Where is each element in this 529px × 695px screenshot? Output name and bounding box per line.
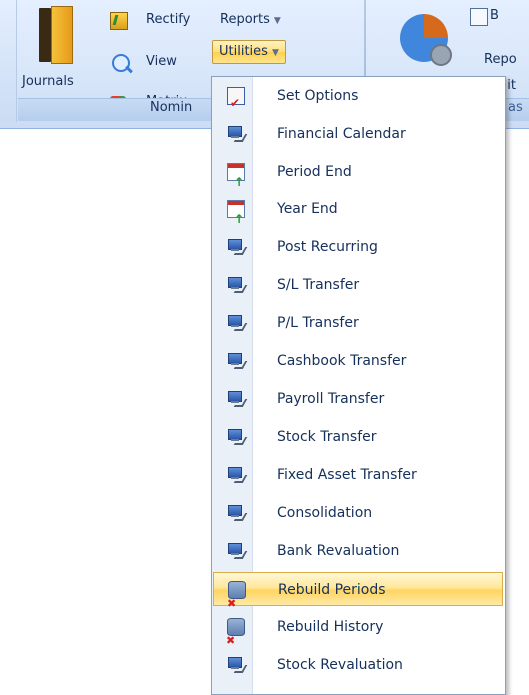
reports-button-label: Reports [220, 12, 270, 27]
utilities-button[interactable]: Utilities ▼ [212, 40, 286, 64]
menu-item-label: Cashbook Transfer [277, 353, 407, 369]
menu-item-s-l-transfer[interactable]: S/L Transfer [213, 268, 503, 302]
menu-item-rebuild-history[interactable]: Rebuild History [213, 610, 503, 658]
view-button[interactable]: View [146, 54, 177, 69]
rectify-icon[interactable] [110, 12, 128, 30]
menu-item-consolidation[interactable]: Consolidation [213, 496, 503, 530]
chevron-down-icon: ▼ [271, 48, 279, 58]
menu-item-financial-calendar[interactable]: Financial Calendar [213, 117, 503, 151]
view-icon[interactable] [112, 54, 130, 72]
computer-icon [227, 656, 248, 673]
computer-icon [227, 238, 248, 255]
computer-icon [227, 125, 248, 142]
menu-item-label: P/L Transfer [277, 315, 359, 331]
menu-item-year-end[interactable]: Year End [213, 192, 503, 236]
menu-item-label: Period End [277, 164, 352, 180]
journals-button-label[interactable]: Journals [22, 74, 74, 89]
reports-button[interactable]: Reports ▼ [220, 12, 281, 27]
ribbon-right-top-label[interactable]: B [490, 8, 499, 23]
utilities-button-label: Utilities [219, 44, 268, 59]
menu-item-label: Consolidation [277, 505, 373, 521]
computer-icon [227, 314, 248, 331]
menu-item-set-options[interactable]: Set Options [213, 79, 503, 120]
menu-item-cashbook-transfer[interactable]: Cashbook Transfer [213, 344, 503, 378]
utilities-menu: Set Options Financial Calendar Period End Y… [211, 76, 506, 695]
menu-item-p-l-transfer[interactable]: P/L Transfer [213, 306, 503, 340]
chevron-down-icon: ▼ [273, 16, 281, 26]
computer-icon [227, 466, 248, 483]
computer-icon [227, 390, 248, 407]
menu-item-label: Stock Revaluation [277, 657, 403, 673]
menu-item-payroll-transfer[interactable]: Payroll Transfer [213, 382, 503, 416]
group2-label: as [508, 100, 523, 115]
options-icon [227, 86, 245, 120]
report-icon[interactable] [470, 8, 488, 26]
calendar-icon [227, 163, 245, 199]
computer-icon [227, 542, 248, 559]
menu-item-rebuild-periods[interactable]: Rebuild Periods [213, 572, 503, 621]
menu-item-label: S/L Transfer [277, 277, 360, 293]
menu-item-period-end[interactable]: Period End [213, 155, 503, 199]
menu-item-fixed-asset-transfer[interactable]: Fixed Asset Transfer [213, 458, 503, 492]
gear-icon [430, 44, 452, 66]
database-icon [226, 618, 245, 658]
menu-item-label: Financial Calendar [277, 126, 406, 142]
database-icon [227, 581, 246, 621]
computer-icon [227, 352, 248, 369]
computer-icon [227, 428, 248, 445]
menu-item-label: Year End [277, 201, 338, 217]
journals-icon[interactable] [39, 6, 73, 64]
menu-item-label: Post Recurring [277, 239, 378, 255]
menu-item-label: Payroll Transfer [277, 391, 385, 407]
menu-item-label: Fixed Asset Transfer [277, 467, 417, 483]
group-label: Nomin [150, 100, 193, 115]
menu-item-bank-revaluation[interactable]: Bank Revaluation [213, 534, 503, 568]
computer-icon [227, 504, 248, 521]
menu-item-stock-revaluation[interactable]: Stock Revaluation [213, 648, 503, 682]
menu-item-label: Bank Revaluation [277, 543, 400, 559]
rectify-button[interactable]: Rectify [146, 12, 190, 27]
ribbon-right-mid-label[interactable]: Repo [484, 52, 517, 67]
menu-item-post-recurring[interactable]: Post Recurring [213, 230, 503, 264]
menu-item-label: Rebuild Periods [278, 582, 386, 598]
menu-item-label: Stock Transfer [277, 429, 377, 445]
computer-icon [227, 276, 248, 293]
menu-item-label: Rebuild History [277, 619, 384, 635]
menu-item-label: Set Options [277, 88, 359, 104]
menu-item-stock-transfer[interactable]: Stock Transfer [213, 420, 503, 454]
calendar-icon [227, 200, 245, 236]
ribbon-left-edge [0, 0, 17, 122]
